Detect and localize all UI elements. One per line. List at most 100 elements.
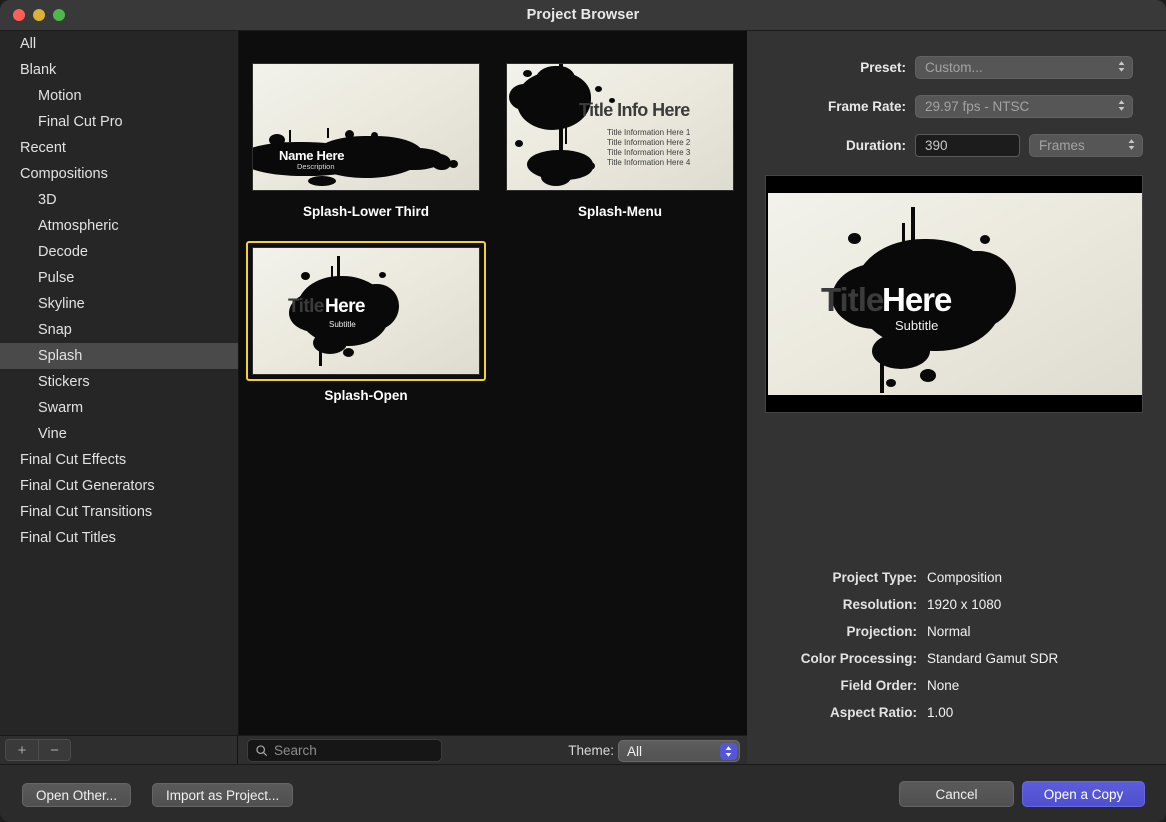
window-title: Project Browser: [0, 0, 1166, 31]
sidebar-item-atmospheric[interactable]: Atmospheric: [0, 213, 238, 239]
metadata-key: Resolution:: [747, 597, 917, 612]
browser-item-splash-open[interactable]: Title Here Subtitle Splash-Open: [239, 241, 493, 403]
metadata-value: Standard Gamut SDR: [917, 651, 1058, 666]
metadata-key: Color Processing:: [747, 651, 917, 666]
thumb-title-light: Here: [325, 296, 365, 318]
sidebar-item-final-cut-transitions[interactable]: Final Cut Transitions: [0, 499, 238, 525]
preview-subtitle: Subtitle: [895, 318, 938, 333]
thumb-title-text: Name Here: [279, 148, 344, 163]
project-preview: Title Here Subtitle: [765, 175, 1143, 413]
sidebar-item-final-cut-effects[interactable]: Final Cut Effects: [0, 447, 238, 473]
sidebar-item-motion[interactable]: Motion: [0, 83, 238, 109]
preset-row: Preset: Custom...: [807, 56, 1133, 79]
sidebar-item-stickers[interactable]: Stickers: [0, 369, 238, 395]
project-browser-grid[interactable]: Name Here Description Splash-Lower Third: [238, 31, 747, 735]
preset-label: Preset:: [807, 60, 906, 75]
sidebar-item-compositions[interactable]: Compositions: [0, 161, 238, 187]
thumbnail-splash-lower-third[interactable]: Name Here Description: [252, 63, 480, 191]
chevron-up-down-icon: [720, 743, 737, 760]
duration-label: Duration:: [807, 138, 906, 153]
thumb-line-4: Title Information Here 4: [607, 158, 690, 167]
metadata-row: Projection: Normal: [747, 624, 1166, 651]
frame-rate-value: 29.97 fps - NTSC: [916, 99, 1029, 114]
open-other-button[interactable]: Open Other...: [22, 783, 131, 807]
duration-input[interactable]: 390: [915, 134, 1020, 157]
metadata-row: Aspect Ratio: 1.00: [747, 705, 1166, 732]
chevron-up-down-icon: [1117, 60, 1126, 76]
search-input[interactable]: Search: [247, 739, 442, 762]
thumb-title-text: Title Info Here: [579, 100, 690, 121]
sidebar-item-all[interactable]: All: [0, 31, 238, 57]
duration-row: Duration: 390 Frames: [807, 134, 1143, 157]
preset-select[interactable]: Custom...: [915, 56, 1133, 79]
thumb-subtitle-text: Subtitle: [329, 320, 356, 329]
add-icon[interactable]: +: [6, 740, 38, 760]
sidebar-item-final-cut-generators[interactable]: Final Cut Generators: [0, 473, 238, 499]
duration-value: 390: [916, 138, 948, 153]
metadata-value: Normal: [917, 624, 971, 639]
preview-title-light: Here: [882, 281, 951, 319]
bottom-toolbar: Open Other... Import as Project... Cance…: [0, 764, 1166, 822]
import-as-project-button[interactable]: Import as Project...: [152, 783, 293, 807]
browser-item-label: Splash-Open: [324, 388, 407, 403]
sidebar-item-vine[interactable]: Vine: [0, 421, 238, 447]
sidebar-footer: + −: [0, 735, 238, 764]
project-browser-window: Project Browser All Blank Motion Final C…: [0, 0, 1166, 822]
metadata-row: Color Processing: Standard Gamut SDR: [747, 651, 1166, 678]
sidebar-item-decode[interactable]: Decode: [0, 239, 238, 265]
browser-item-label: Splash-Lower Third: [303, 204, 429, 219]
browser-item-splash-lower-third[interactable]: Name Here Description Splash-Lower Third: [239, 57, 493, 219]
remove-icon[interactable]: −: [38, 740, 70, 760]
sidebar-item-snap[interactable]: Snap: [0, 317, 238, 343]
browser-footer: Search Theme: All: [238, 735, 747, 764]
category-sidebar[interactable]: All Blank Motion Final Cut Pro Recent Co…: [0, 31, 238, 735]
frame-rate-select[interactable]: 29.97 fps - NTSC: [915, 95, 1133, 118]
metadata-row: Resolution: 1920 x 1080: [747, 597, 1166, 624]
chevron-up-down-icon: [1117, 99, 1126, 115]
sidebar-item-recent[interactable]: Recent: [0, 135, 238, 161]
theme-value: All: [619, 744, 642, 759]
metadata-row: Field Order: None: [747, 678, 1166, 705]
metadata-value: Composition: [917, 570, 1002, 585]
project-metadata: Project Type: Composition Resolution: 19…: [747, 570, 1166, 732]
thumbnail-splash-menu[interactable]: Title Info Here Title Information Here 1…: [506, 63, 734, 191]
sidebar-item-blank[interactable]: Blank: [0, 57, 238, 83]
metadata-key: Projection:: [747, 624, 917, 639]
chevron-up-down-icon: [1127, 138, 1136, 154]
metadata-value: None: [917, 678, 959, 693]
metadata-key: Field Order:: [747, 678, 917, 693]
search-icon: [255, 744, 268, 757]
preview-title-dark: Title: [821, 281, 883, 319]
sidebar-item-splash[interactable]: Splash: [0, 343, 238, 369]
browser-item-label: Splash-Menu: [578, 204, 662, 219]
preview-canvas: Title Here Subtitle: [768, 193, 1142, 395]
sidebar-item-3d[interactable]: 3D: [0, 187, 238, 213]
theme-label: Theme:: [568, 736, 614, 765]
sidebar-item-final-cut-titles[interactable]: Final Cut Titles: [0, 525, 238, 551]
preset-value: Custom...: [916, 60, 983, 75]
metadata-key: Project Type:: [747, 570, 917, 585]
metadata-row: Project Type: Composition: [747, 570, 1166, 597]
browser-item-splash-menu[interactable]: Title Info Here Title Information Here 1…: [493, 57, 747, 219]
metadata-key: Aspect Ratio:: [747, 705, 917, 720]
thumb-line-2: Title Information Here 2: [607, 138, 690, 147]
frame-rate-row: Frame Rate: 29.97 fps - NTSC: [807, 95, 1133, 118]
title-bar: Project Browser: [0, 0, 1166, 31]
frame-rate-label: Frame Rate:: [807, 99, 906, 114]
search-placeholder: Search: [274, 743, 317, 758]
metadata-value: 1920 x 1080: [917, 597, 1001, 612]
thumbnail-splash-open[interactable]: Title Here Subtitle: [252, 247, 480, 375]
sidebar-item-swarm[interactable]: Swarm: [0, 395, 238, 421]
metadata-value: 1.00: [917, 705, 953, 720]
duration-units-value: Frames: [1030, 138, 1085, 153]
thumb-line-3: Title Information Here 3: [607, 148, 690, 157]
duration-units-select[interactable]: Frames: [1029, 134, 1143, 157]
sidebar-item-pulse[interactable]: Pulse: [0, 265, 238, 291]
sidebar-item-skyline[interactable]: Skyline: [0, 291, 238, 317]
theme-select[interactable]: All: [618, 740, 740, 762]
thumb-subtitle-text: Description: [297, 162, 335, 171]
thumb-line-1: Title Information Here 1: [607, 128, 690, 137]
cancel-button[interactable]: Cancel: [899, 781, 1014, 807]
sidebar-item-final-cut-pro[interactable]: Final Cut Pro: [0, 109, 238, 135]
open-a-copy-button[interactable]: Open a Copy: [1022, 781, 1145, 807]
